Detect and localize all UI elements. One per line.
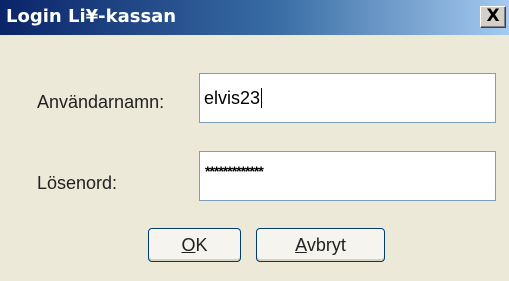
password-value: *************: [205, 163, 264, 179]
window-title: Login Li¥-kassan: [6, 6, 177, 27]
cancel-button-mnemonic: A: [295, 235, 307, 255]
cancel-button[interactable]: Avbryt: [256, 228, 385, 262]
cancel-button-label-rest: vbryt: [306, 235, 346, 255]
text-caret: [261, 88, 263, 108]
ok-button-label-rest: K: [195, 235, 208, 255]
title-bar[interactable]: Login Li¥-kassan X: [0, 0, 509, 35]
username-label: Användarnamn:: [37, 92, 165, 112]
username-value: elvis23: [204, 88, 263, 108]
ok-button[interactable]: OK: [148, 228, 241, 262]
close-icon: X: [486, 6, 500, 26]
password-label: Lösenord:: [37, 173, 118, 193]
login-dialog: Login Li¥-kassan X Användarnamn: elvis23…: [0, 0, 509, 281]
ok-button-mnemonic: O: [181, 235, 196, 255]
password-input[interactable]: *************: [199, 151, 496, 201]
username-input[interactable]: elvis23: [199, 73, 496, 123]
close-button[interactable]: X: [480, 6, 506, 28]
